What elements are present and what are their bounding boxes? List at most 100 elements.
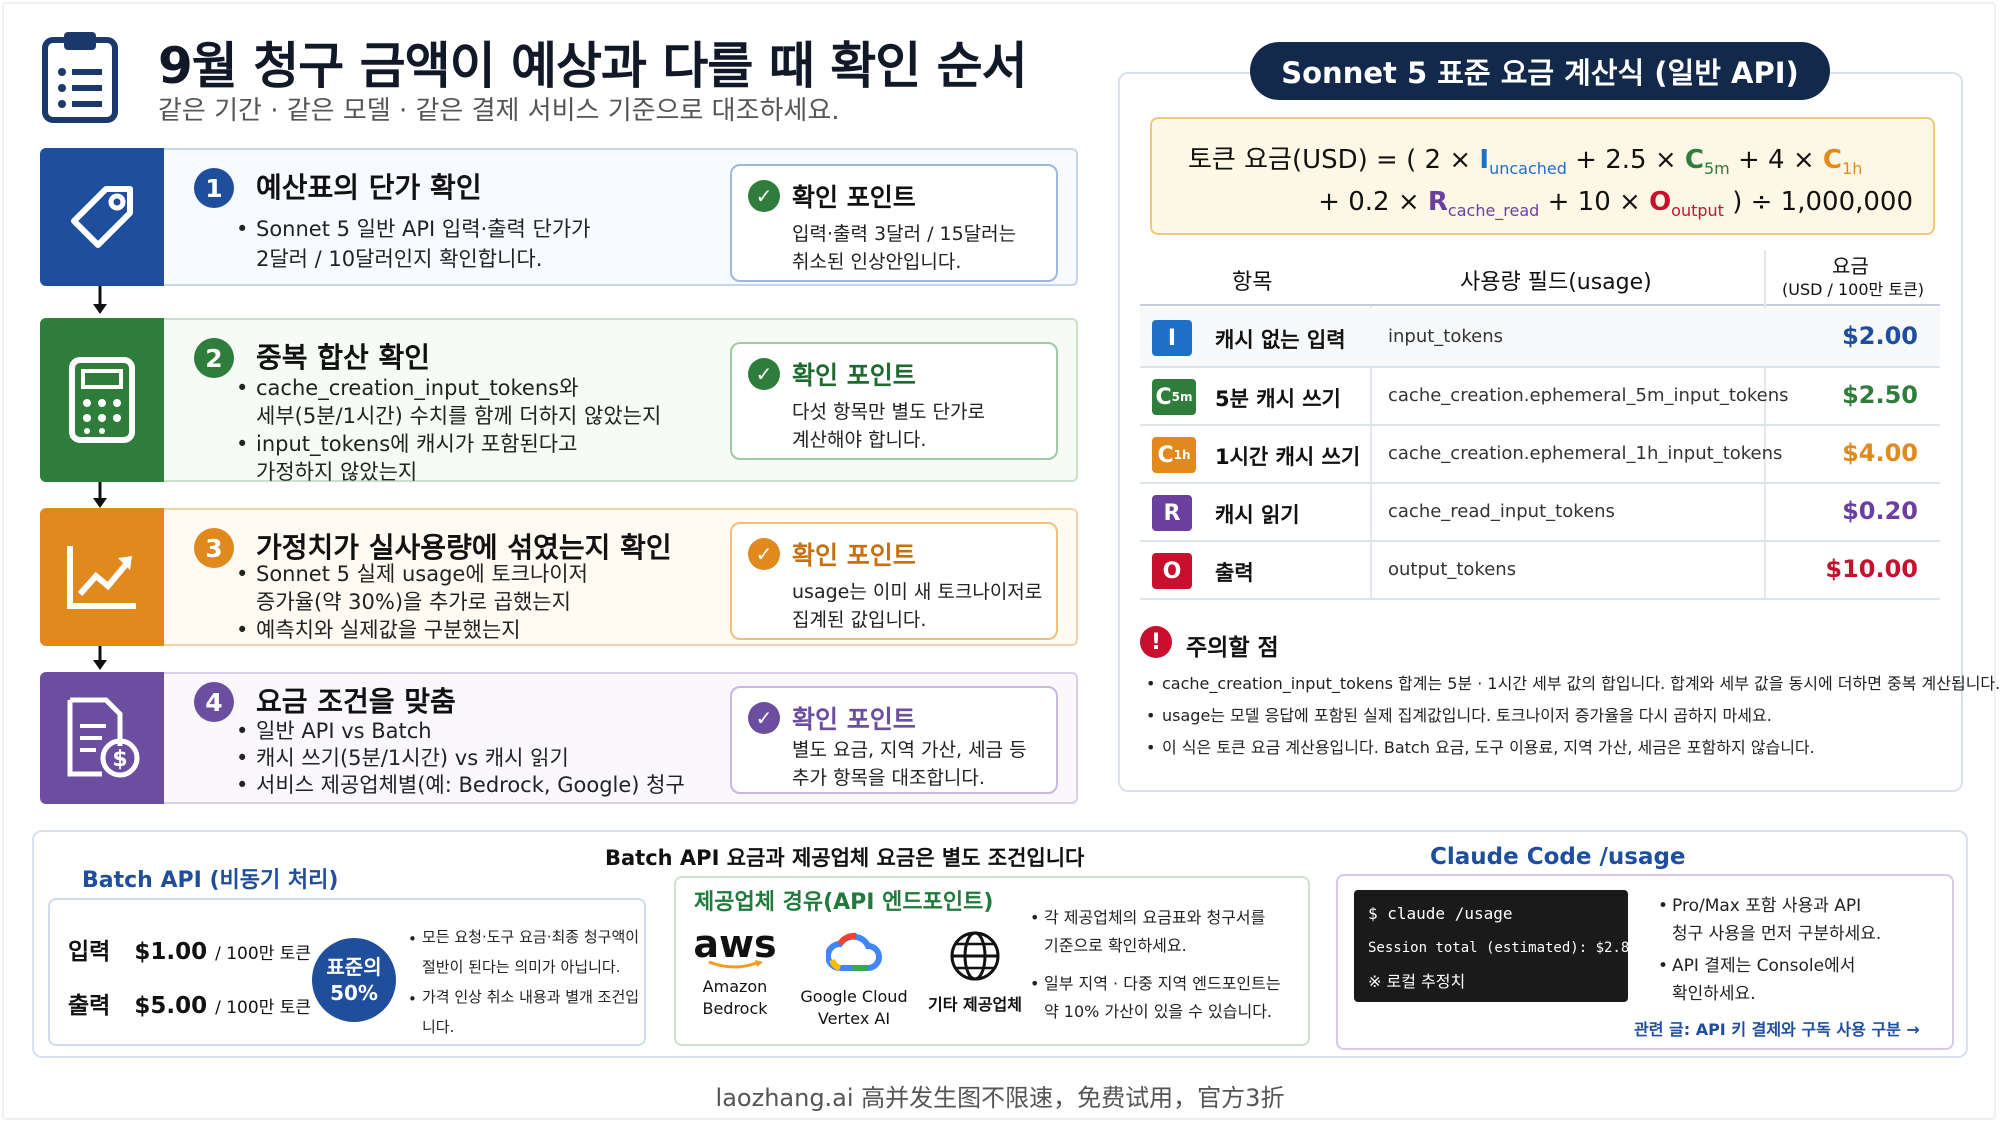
bullet-item: 서비스 제공업체별(예: Bedrock, Google) 청구	[236, 772, 746, 799]
formula-panel-title: Sonnet 5 표준 요금 계산식 (일반 API)	[1250, 42, 1830, 100]
bullet-line: 증가율(약 30%)을 추가로 곱했는지	[256, 590, 571, 614]
check-line: 별도 요금, 지역 가산, 세금 등	[792, 739, 1027, 761]
note-line: API 결제는 Console에서	[1672, 956, 1856, 976]
formula-term: + 2.5 ×	[1575, 145, 1677, 175]
step-2-number: 2	[194, 338, 234, 378]
check-circle-icon: ✓	[748, 702, 780, 734]
check-title: 확인 포인트	[792, 183, 916, 212]
bullet-line: 세부(5분/1시간) 수치를 함께 더하지 않았는지	[256, 404, 662, 428]
step-2-bullets: cache_creation_input_tokens와세부(5분/1시간) 수…	[236, 374, 746, 482]
bottom-heading: Batch API 요금과 제공업체 요금은 별도 조건입니다	[605, 846, 1085, 870]
badge-sub: 1h	[1173, 448, 1191, 462]
formula-term: + 10 ×	[1547, 187, 1641, 217]
formula-term: + 0.2 ×	[1318, 187, 1420, 217]
table-header-price-unit: (USD / 100만 토큰)	[1782, 280, 1925, 299]
row-field: cache_creation.ephemeral_1h_input_tokens	[1388, 443, 1783, 464]
price-value: $5.00	[134, 993, 208, 1019]
check-circle-icon: ✓	[748, 358, 780, 390]
warning-item: cache_creation_input_tokens 합계는 5분 · 1시간…	[1146, 668, 2000, 700]
check-line: 집계된 값입니다.	[792, 609, 927, 631]
bullet-item: cache_creation_input_tokens와세부(5분/1시간) 수…	[236, 374, 746, 430]
check-line: 추가 항목을 대조합니다.	[792, 767, 985, 789]
bullet-item: Sonnet 5 일반 API 입력·출력 단가가 2달러 / 10달러인지 확인…	[236, 214, 746, 274]
alert-icon: !	[1140, 626, 1172, 658]
note-line: 일부 지역 · 다중 지역 엔드포인트는	[1044, 974, 1281, 993]
row-field: input_tokens	[1388, 326, 1504, 347]
check-line: 취소된 인상안입니다.	[792, 251, 962, 273]
row-price: $2.00	[1842, 322, 1918, 350]
note-line: 청구 사용을 먼저 구분하세요.	[1672, 924, 1882, 944]
check-body: 입력·출력 3달러 / 15달러는 취소된 인상안입니다.	[792, 220, 1052, 276]
batch-notes: 모든 요청·도구 요금·최종 청구액이절반이 된다는 의미가 아닙니다. 가격 …	[408, 922, 644, 1042]
table-divider	[1140, 304, 1940, 306]
table-header-field: 사용량 필드(usage)	[1460, 270, 1652, 295]
step-1-check-box: ✓ 확인 포인트 입력·출력 3달러 / 15달러는 취소된 인상안입니다.	[730, 164, 1058, 282]
check-line: 다섯 항목만 별도 단가로	[792, 401, 985, 423]
note-line: 가격 인상 취소 내용과 별개 조건입니다.	[422, 988, 640, 1036]
table-row: I 캐시 없는 입력 input_tokens $2.00	[1140, 308, 1940, 366]
var-c1-sub: 1h	[1842, 159, 1863, 179]
var-c1: C1h	[1823, 145, 1863, 179]
step-3-card: 3 가정치가 실사용량에 섞였는지 확인 Sonnet 5 실제 usage에 …	[40, 508, 1078, 646]
bullet-line: Sonnet 5 일반 API 입력·출력 단가가	[256, 217, 591, 241]
bullet-line: 가정하지 않았는지	[256, 460, 418, 482]
check-circle-icon: ✓	[748, 180, 780, 212]
row-name: 1시간 캐시 쓰기	[1215, 445, 1361, 469]
globe-icon	[950, 931, 1000, 981]
table-row: C 5m 5분 캐시 쓰기 cache_creation.ephemeral_5m…	[1140, 367, 1940, 425]
bullet-line: 예측치와 실제값을 구분했는지	[256, 618, 521, 642]
row-divider	[1140, 598, 1940, 600]
note-line: Pro/Max 포함 사용과 API	[1672, 896, 1862, 916]
provider-name: Amazon	[702, 977, 768, 996]
badge-line: 50%	[330, 981, 378, 1005]
row-name: 5분 캐시 쓰기	[1215, 387, 1341, 411]
step-3-bullets: Sonnet 5 실제 usage에 토크나이저증가율(약 30%)을 추가로 …	[236, 560, 746, 644]
price-unit: / 100만 토큰	[215, 998, 312, 1018]
google-cloud-logo: Google Cloud Vertex AI	[794, 930, 914, 1030]
note-item: 모든 요청·도구 요금·최종 청구액이절반이 된다는 의미가 아닙니다.	[408, 922, 644, 982]
var-o: Ooutput	[1649, 187, 1724, 220]
price-label: 입력	[68, 939, 111, 965]
row-field: cache_creation.ephemeral_5m_input_tokens	[1388, 385, 1789, 406]
claude-code-notes: Pro/Max 포함 사용과 API 청구 사용을 먼저 구분하세요. API 결…	[1658, 892, 1948, 1012]
badge-line: 표준의	[326, 955, 382, 979]
provider-name: Bedrock	[702, 999, 768, 1018]
row-badge-c5m: C 5m	[1152, 379, 1196, 415]
related-article-link[interactable]: 관련 글: API 키 결제와 구독 사용 구분 →	[1634, 1016, 1920, 1040]
table-row: R 캐시 읽기 cache_read_input_tokens $0.20	[1140, 483, 1940, 541]
check-body: usage는 이미 새 토크나이저로 집계된 값입니다.	[792, 578, 1052, 634]
bullet-item: 일반 API vs Batch	[236, 718, 746, 745]
check-title: 확인 포인트	[792, 361, 916, 390]
price-label: 출력	[68, 993, 111, 1019]
note-item: 가격 인상 취소 내용과 별개 조건입니다.	[408, 982, 644, 1042]
batch-title: Batch API (비동기 처리)	[82, 868, 339, 893]
bullet-line: Sonnet 5 실제 usage에 토크나이저	[256, 562, 588, 586]
step-4-number: 4	[194, 682, 234, 722]
step-1-bullets: Sonnet 5 일반 API 입력·출력 단가가 2달러 / 10달러인지 확인…	[236, 214, 746, 274]
check-body: 별도 요금, 지역 가산, 세금 등추가 항목을 대조합니다.	[792, 736, 1052, 792]
step-3-check-box: ✓ 확인 포인트 usage는 이미 새 토크나이저로 집계된 값입니다.	[730, 522, 1058, 640]
page-subtitle: 같은 기간 · 같은 모델 · 같은 결제 서비스 기준으로 대조하세요.	[158, 96, 840, 126]
down-arrow-icon	[90, 286, 110, 316]
formula-line-1: 토큰 요금(USD) = ( 2 × Iuncached + 2.5 × C5m…	[1188, 139, 1862, 178]
row-name: 캐시 읽기	[1215, 503, 1300, 527]
row-price: $0.20	[1842, 497, 1918, 525]
note-line: 확인하세요.	[1672, 984, 1756, 1004]
invoice-dollar-icon: $	[40, 672, 164, 804]
batch-box: 입력 $1.00 / 100만 토큰 출력 $5.00 / 100만 토큰 표준의 5…	[48, 898, 646, 1046]
warning-item: usage는 모델 응답에 포함된 실제 집계값입니다. 토크나이저 증가율을 …	[1146, 700, 1956, 732]
warning-item: 이 식은 토큰 요금 계산용입니다. Batch 요금, 도구 이용료, 지역 …	[1146, 732, 1956, 764]
note-item: 각 제공업체의 요금표와 청구서를기준으로 확인하세요.	[1030, 904, 1310, 960]
var-r: Rcache_read	[1428, 187, 1539, 220]
row-field: cache_read_input_tokens	[1388, 501, 1615, 522]
badge-letter: R	[1163, 500, 1181, 526]
warning-list: cache_creation_input_tokens 합계는 5분 · 1시간…	[1146, 668, 2000, 764]
aws-wordmark: aws	[693, 922, 777, 966]
svg-text:$: $	[112, 747, 127, 772]
bullet-item: 캐시 쓰기(5분/1시간) vs 캐시 읽기	[236, 745, 746, 772]
provider-name: Vertex AI	[817, 1009, 891, 1028]
note-item: 일부 지역 · 다중 지역 엔드포인트는약 10% 가산이 있을 수 있습니다.	[1030, 970, 1310, 1026]
badge-sub: 5m	[1171, 390, 1193, 404]
note-line: 절반이 된다는 의미가 아닙니다.	[422, 958, 621, 976]
badge-letter: I	[1167, 325, 1177, 351]
